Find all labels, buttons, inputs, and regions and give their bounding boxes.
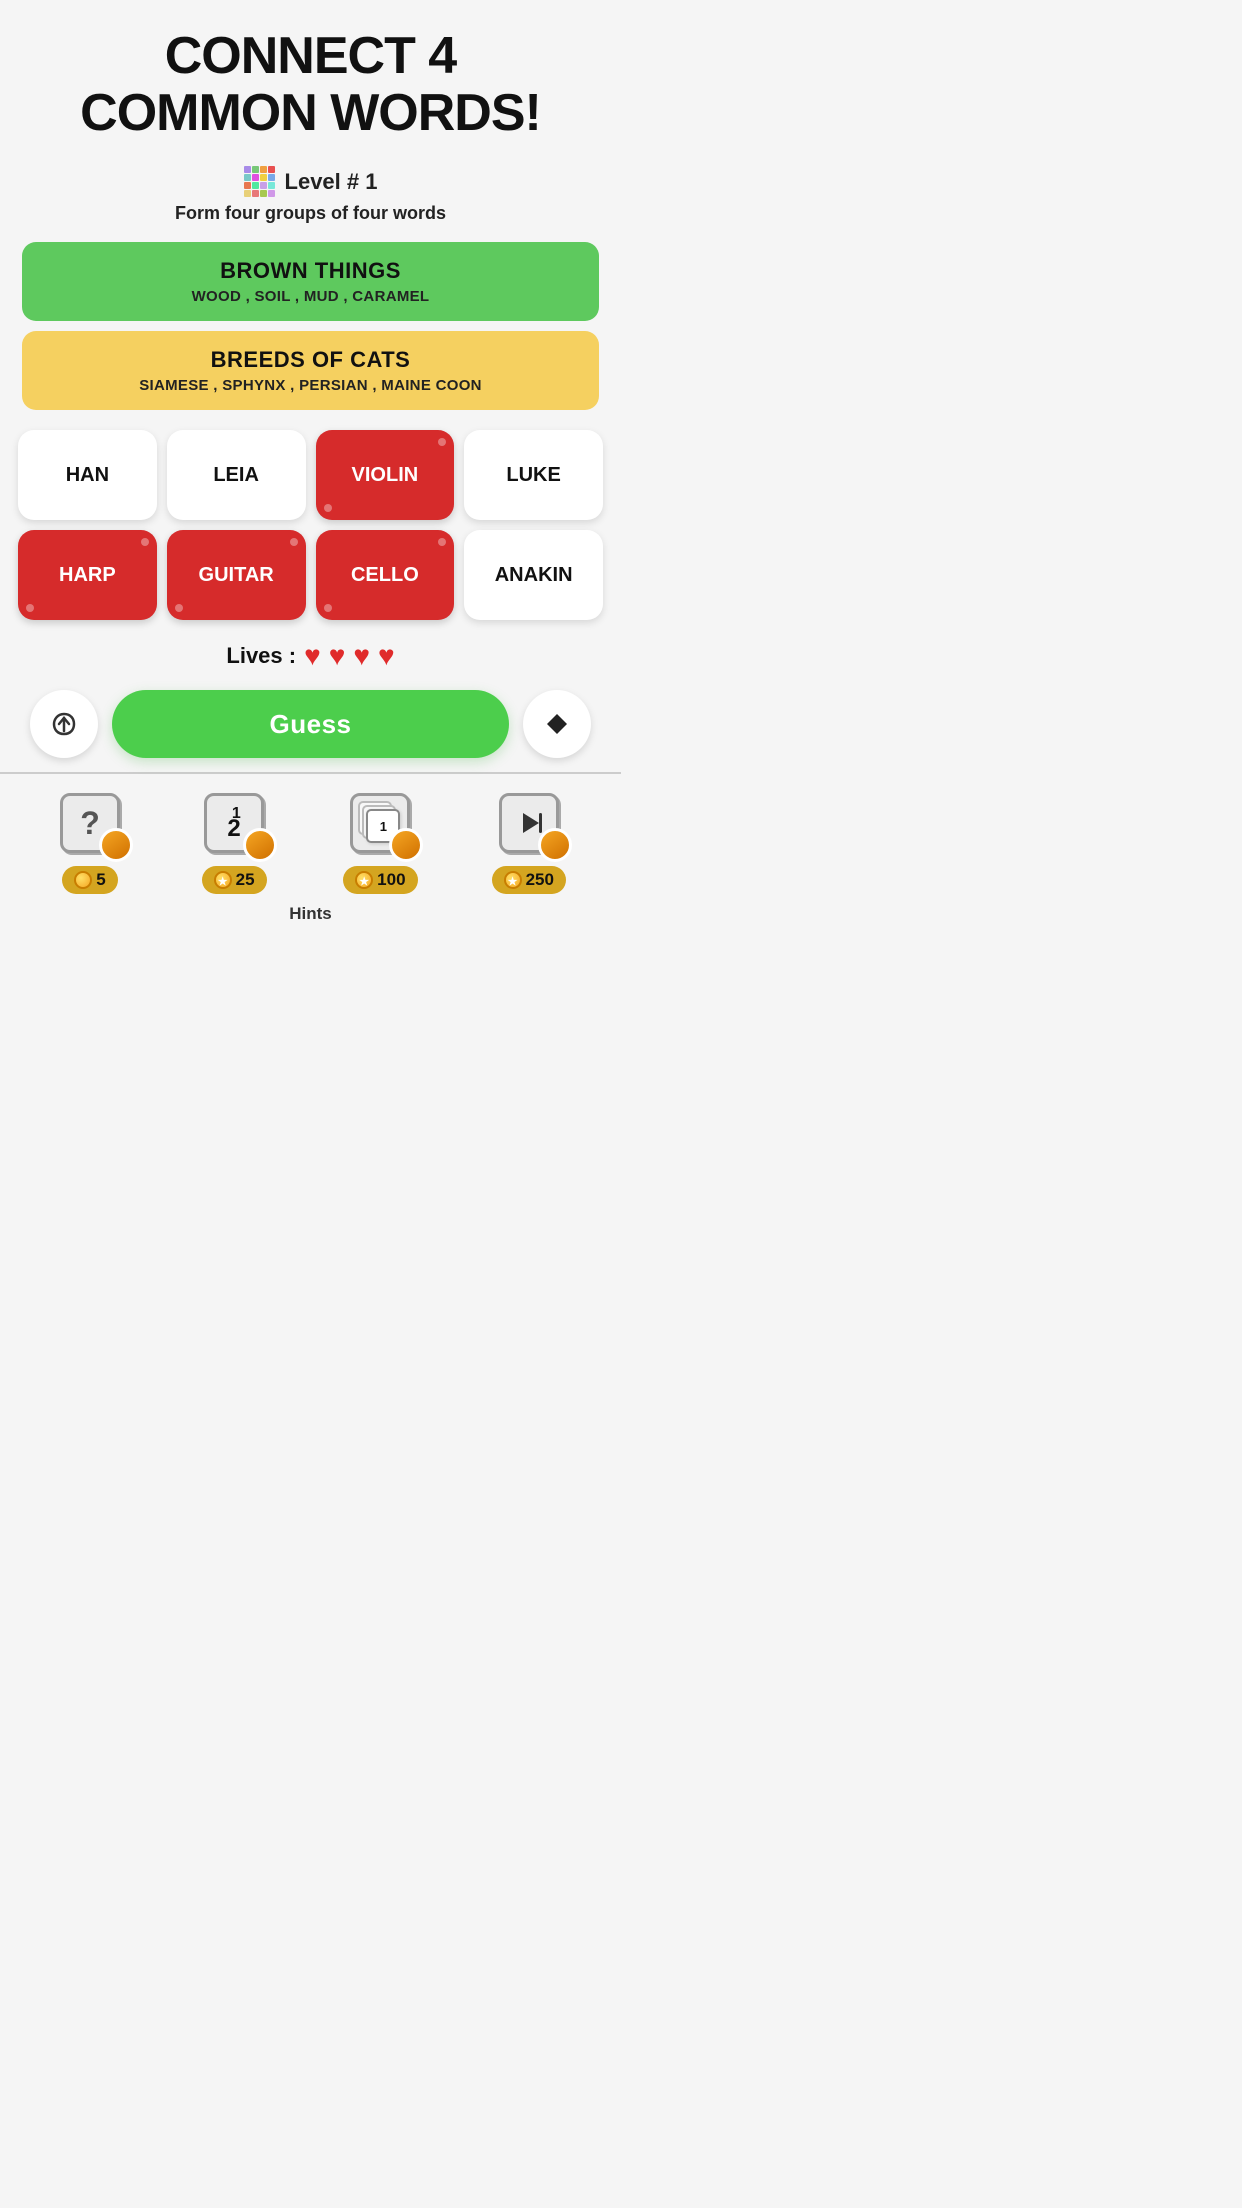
hint-item-3[interactable]: 4 3 1 100	[343, 788, 417, 894]
heart-2: ♥	[329, 640, 346, 672]
hint-cost-3: 100	[343, 866, 417, 894]
orange-blob-2	[243, 828, 277, 862]
play-icon	[515, 809, 543, 837]
solved-groups: BROWN THINGS WOOD , SOIL , MUD , CARAMEL…	[0, 242, 621, 410]
solved-group-words-yellow: SIAMESE , SPHYNX , PERSIAN , MAINE COON	[42, 377, 579, 394]
solved-group-green: BROWN THINGS WOOD , SOIL , MUD , CARAMEL	[22, 242, 599, 321]
main-page: CONNECT 4 COMMON WORDS! Level # 1 Form f…	[0, 0, 621, 950]
word-tile-violin[interactable]: VIOLIN	[316, 430, 455, 520]
main-title: CONNECT 4 COMMON WORDS!	[30, 28, 591, 142]
hints-label: Hints	[289, 904, 332, 930]
orange-blob-1	[99, 828, 133, 862]
hint-item-2[interactable]: 1 2 25	[199, 788, 269, 894]
hint-item-1[interactable]: ? 5	[55, 788, 125, 894]
level-section: Level # 1 Form four groups of four words	[0, 158, 621, 242]
hint-icon-question: ?	[55, 788, 125, 858]
lives-section: Lives : ♥ ♥ ♥ ♥	[0, 626, 621, 682]
level-subtitle: Form four groups of four words	[0, 197, 621, 238]
hint-cost-2: 25	[202, 866, 267, 894]
hints-section: ? 5 1 2	[0, 772, 621, 930]
hint-cost-4: 250	[492, 866, 566, 894]
heart-1: ♥	[304, 640, 321, 672]
title-section: CONNECT 4 COMMON WORDS!	[0, 0, 621, 158]
word-tile-harp[interactable]: HARP	[18, 530, 157, 620]
coin-icon-4	[504, 871, 522, 889]
word-tile-guitar[interactable]: GUITAR	[167, 530, 306, 620]
grid-icon	[244, 166, 275, 197]
heart-4: ♥	[378, 640, 395, 672]
solved-group-title-green: BROWN THINGS	[42, 258, 579, 284]
solved-group-words-green: WOOD , SOIL , MUD , CARAMEL	[42, 288, 579, 305]
guess-button[interactable]: Guess	[112, 690, 509, 758]
coin-icon-2	[214, 871, 232, 889]
word-grid: HANLEIAVIOLINLUKE HARPGUITARCELLOANAKIN	[0, 420, 621, 626]
shuffle-button[interactable]	[30, 690, 98, 758]
level-row: Level # 1	[0, 166, 621, 197]
action-row: Guess	[0, 682, 621, 772]
hint-icon-12: 1 2	[199, 788, 269, 858]
word-tile-luke[interactable]: LUKE	[464, 430, 603, 520]
hint-item-4[interactable]: 250	[492, 788, 566, 894]
coin-icon-1	[74, 871, 92, 889]
lives-label: Lives :	[226, 643, 296, 669]
coin-icon-3	[355, 871, 373, 889]
solved-group-yellow: BREEDS OF CATS SIAMESE , SPHYNX , PERSIA…	[22, 331, 599, 410]
word-tile-han[interactable]: HAN	[18, 430, 157, 520]
level-label: Level # 1	[285, 169, 378, 195]
heart-3: ♥	[353, 640, 370, 672]
word-tile-cello[interactable]: CELLO	[316, 530, 455, 620]
word-tile-anakin[interactable]: ANAKIN	[464, 530, 603, 620]
erase-button[interactable]	[523, 690, 591, 758]
word-tile-leia[interactable]: LEIA	[167, 430, 306, 520]
solved-group-title-yellow: BREEDS OF CATS	[42, 347, 579, 373]
orange-blob-4	[538, 828, 572, 862]
hint-icon-123: 4 3 1	[345, 788, 415, 858]
hint-icon-play	[494, 788, 564, 858]
hints-row: ? 5 1 2	[0, 788, 621, 904]
hint-cost-1: 5	[62, 866, 117, 894]
orange-blob-3	[389, 828, 423, 862]
